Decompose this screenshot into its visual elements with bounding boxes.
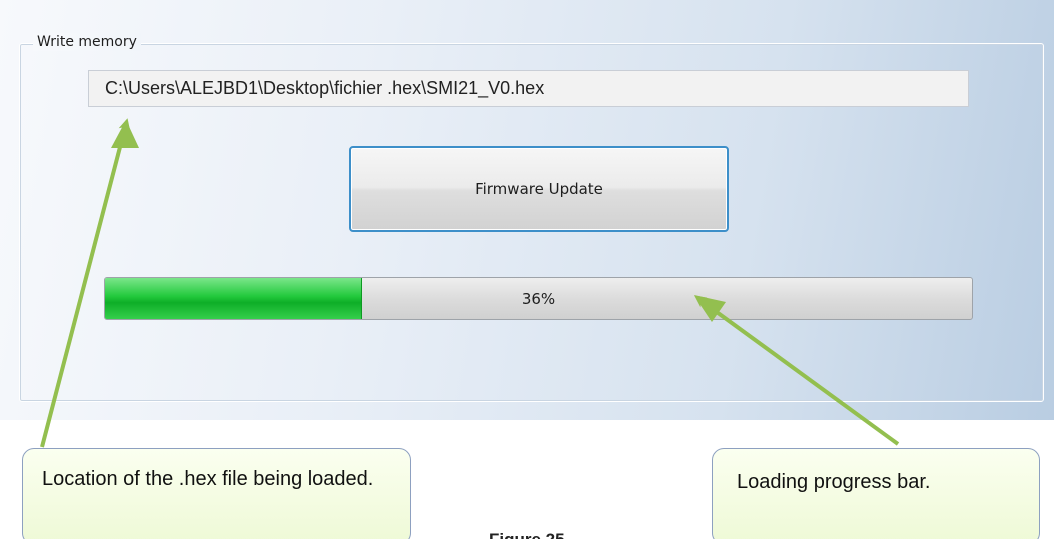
screenshot-stage: Write memory C:\Users\ALEJBD1\Desktop\fi… (0, 0, 1054, 539)
callout-file-location: Location of the .hex file being loaded. (22, 448, 411, 539)
progress-percent-label: 36% (521, 289, 556, 308)
loading-progress-bar: 36% (104, 277, 973, 320)
groupbox-title: Write memory (33, 33, 141, 51)
figure-caption: Figure 25 (489, 530, 565, 539)
firmware-update-button[interactable]: Firmware Update (349, 146, 729, 232)
callout-progress-bar: Loading progress bar. (712, 448, 1040, 539)
firmware-update-button-label: Firmware Update (475, 180, 603, 198)
app-panel: Write memory C:\Users\ALEJBD1\Desktop\fi… (0, 0, 1054, 420)
hex-file-path-field[interactable]: C:\Users\ALEJBD1\Desktop\fichier .hex\SM… (88, 70, 969, 107)
